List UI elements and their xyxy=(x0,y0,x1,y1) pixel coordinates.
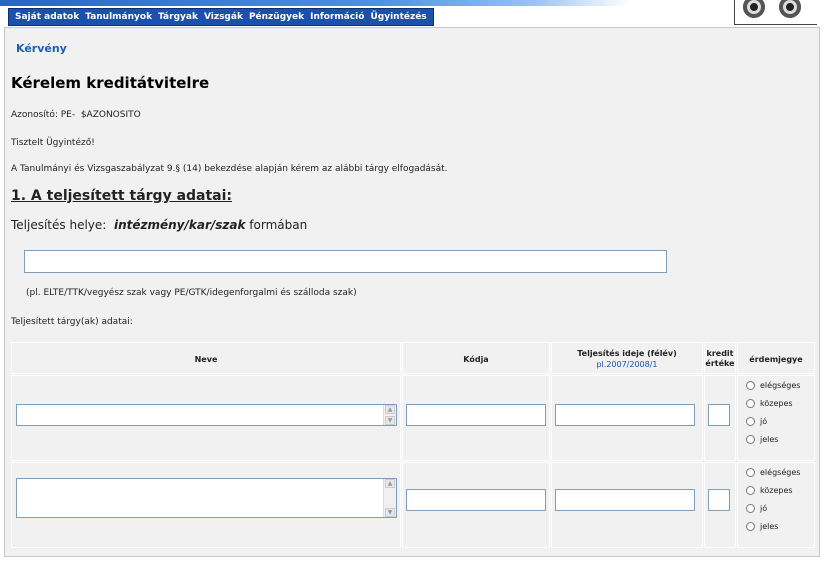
row2-grade-elegseges[interactable]: elégséges xyxy=(746,468,800,477)
scrollbar[interactable]: ▲ ▼ xyxy=(383,479,396,517)
row1-credit-cell xyxy=(704,375,736,461)
greeting-text: Tisztelt Ügyintéző! xyxy=(11,138,95,148)
radio-label: jeles xyxy=(760,435,779,444)
place-label: Teljesítés helye: intézmény/kar/szak for… xyxy=(11,218,307,232)
radio-label: közepes xyxy=(760,399,793,408)
radio-icon[interactable] xyxy=(746,399,755,408)
radio-icon[interactable] xyxy=(746,522,755,531)
radio-label: közepes xyxy=(760,486,793,495)
row1-grade-elegseges[interactable]: elégséges xyxy=(746,381,800,390)
section-title: 1. A teljesített tárgy adatai: xyxy=(11,188,233,204)
scroll-down-icon[interactable]: ▼ xyxy=(385,416,395,425)
header-credit-line1: kredit xyxy=(706,349,734,358)
row1-name-textarea[interactable]: ▲ ▼ xyxy=(16,404,397,426)
row1-time-cell xyxy=(551,375,703,461)
id-line: Azonosító: PE- $AZONOSITO xyxy=(11,110,141,120)
content-panel: Kérvény Kérelem kreditátvitelre Azonosít… xyxy=(4,27,820,557)
scroll-up-icon[interactable]: ▲ xyxy=(385,405,395,414)
corner-logo xyxy=(734,0,817,25)
logo-eye-left-icon xyxy=(743,0,765,18)
radio-icon[interactable] xyxy=(746,468,755,477)
scroll-down-icon[interactable]: ▼ xyxy=(385,508,395,517)
place-label-text: Teljesítés helye: xyxy=(11,218,107,232)
subjects-label: Teljesített tárgy(ak) adatai: xyxy=(11,317,133,327)
row1-grade-cell: elégséges közepes jó jeles xyxy=(737,375,815,461)
menu-item-informacio[interactable]: Információ xyxy=(310,12,364,22)
row2-name-textarea[interactable]: ▲ ▼ xyxy=(16,478,397,518)
row2-code-input[interactable] xyxy=(406,489,546,511)
logo-eye-right-icon xyxy=(779,0,801,18)
id-value: $AZONOSITO xyxy=(80,110,141,120)
radio-icon[interactable] xyxy=(746,504,755,513)
scrollbar[interactable]: ▲ ▼ xyxy=(383,405,396,425)
header-name-cell: Neve xyxy=(11,342,401,374)
row1-grade-jeles[interactable]: jeles xyxy=(746,435,778,444)
place-input[interactable] xyxy=(24,250,667,273)
menu-item-tanulmanyok[interactable]: Tanulmányok xyxy=(85,12,152,22)
radio-label: jó xyxy=(760,417,768,426)
row1-name-cell: ▲ ▼ xyxy=(11,375,401,461)
menu-item-sajat-adatok[interactable]: Saját adatok xyxy=(15,12,79,22)
header-code: Kódja xyxy=(463,355,489,364)
row1-time-input[interactable] xyxy=(555,404,695,426)
header-credit-line2: értéke xyxy=(705,359,735,368)
radio-icon[interactable] xyxy=(746,435,755,444)
place-label-format: intézmény/kar/szak xyxy=(113,218,246,232)
row2-name-cell: ▲ ▼ xyxy=(11,462,401,548)
radio-label: jeles xyxy=(760,522,779,531)
request-text: A Tanulmányi és Vizsgaszabályzat 9.§ (14… xyxy=(11,164,448,174)
menu-item-vizsgak[interactable]: Vizsgák xyxy=(204,12,243,22)
row1-code-cell xyxy=(402,375,550,461)
place-hint: (pl. ELTE/TTK/vegyész szak vagy PE/GTK/i… xyxy=(26,288,357,298)
row1-grade-jo[interactable]: jó xyxy=(746,417,767,426)
header-grade: érdemjegye xyxy=(749,355,803,364)
row2-time-input[interactable] xyxy=(555,489,695,511)
radio-icon[interactable] xyxy=(746,486,755,495)
header-time-cell: Teljesítés ideje (félév) pl.2007/2008/1 xyxy=(551,342,703,374)
scroll-up-icon[interactable]: ▲ xyxy=(385,479,395,488)
menu-item-penzugyek[interactable]: Pénzügyek xyxy=(249,12,304,22)
radio-label: jó xyxy=(760,504,768,513)
banner-gradient xyxy=(0,0,630,6)
radio-label: elégséges xyxy=(760,468,801,477)
row2-credit-input[interactable] xyxy=(708,489,730,511)
row1-credit-input[interactable] xyxy=(708,404,730,426)
header-code-cell: Kódja xyxy=(402,342,550,374)
row2-time-cell xyxy=(551,462,703,548)
row2-credit-cell xyxy=(704,462,736,548)
menu-item-targyak[interactable]: Tárgyak xyxy=(158,12,198,22)
radio-label: elégséges xyxy=(760,381,801,390)
radio-icon[interactable] xyxy=(746,381,755,390)
row2-grade-jeles[interactable]: jeles xyxy=(746,522,778,531)
main-menu: Saját adatok Tanulmányok Tárgyak Vizsgák… xyxy=(8,8,434,26)
menu-item-ugyintezes[interactable]: Ügyintézés xyxy=(370,12,426,22)
header-time-example: pl.2007/2008/1 xyxy=(596,360,658,369)
header-name: Neve xyxy=(194,355,218,364)
header-credit-cell: kredit értéke xyxy=(704,342,736,374)
row1-grade-kozepes[interactable]: közepes xyxy=(746,399,793,408)
header-time: Teljesítés ideje (félév) xyxy=(577,349,677,358)
row2-grade-kozepes[interactable]: közepes xyxy=(746,486,793,495)
header-grade-cell: érdemjegye xyxy=(737,342,815,374)
row1-code-input[interactable] xyxy=(406,404,546,426)
radio-icon[interactable] xyxy=(746,417,755,426)
subjects-table: Neve Kódja Teljesítés ideje (félév) pl.2… xyxy=(11,342,817,562)
place-label-suffix: formában xyxy=(249,218,308,232)
row2-grade-cell: elégséges közepes jó jeles xyxy=(737,462,815,548)
row2-grade-jo[interactable]: jó xyxy=(746,504,767,513)
row2-code-cell xyxy=(402,462,550,548)
page-title: Kérelem kreditátvitelre xyxy=(11,74,210,92)
id-label: Azonosító: PE- xyxy=(11,110,76,120)
breadcrumb: Kérvény xyxy=(16,42,67,55)
